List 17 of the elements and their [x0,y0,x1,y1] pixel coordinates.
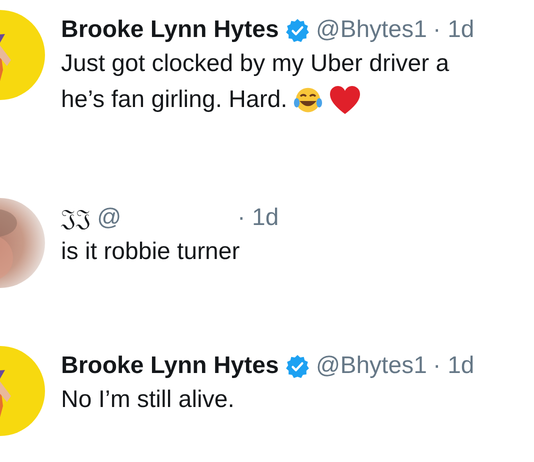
tweet-time: · 1d [432,15,474,45]
tweet-text: he’s fan girling. Hard. [61,85,288,115]
tweet-text: is it robbie turner [61,237,240,267]
user-handle: @Bhytes1 [316,15,427,45]
user-name: Brooke Lynn Hytes [61,15,279,45]
tweet-time: · 1d [237,203,279,233]
verified-badge-icon [284,18,310,42]
user-name: Brooke Lynn Hytes [61,351,279,381]
verified-badge-icon [284,354,310,378]
user-handle: @ [97,203,122,233]
tweet-time: · 1d [432,351,474,381]
laughing-face-icon [293,85,324,115]
user-name: 𝔍𝔍 [61,203,91,234]
user-handle: @Bhytes1 [316,351,427,381]
tweet-text: No I’m still alive. [61,385,234,415]
heart-icon [329,85,362,115]
tweet-text: Just got clocked by my Uber driver a [61,49,450,79]
